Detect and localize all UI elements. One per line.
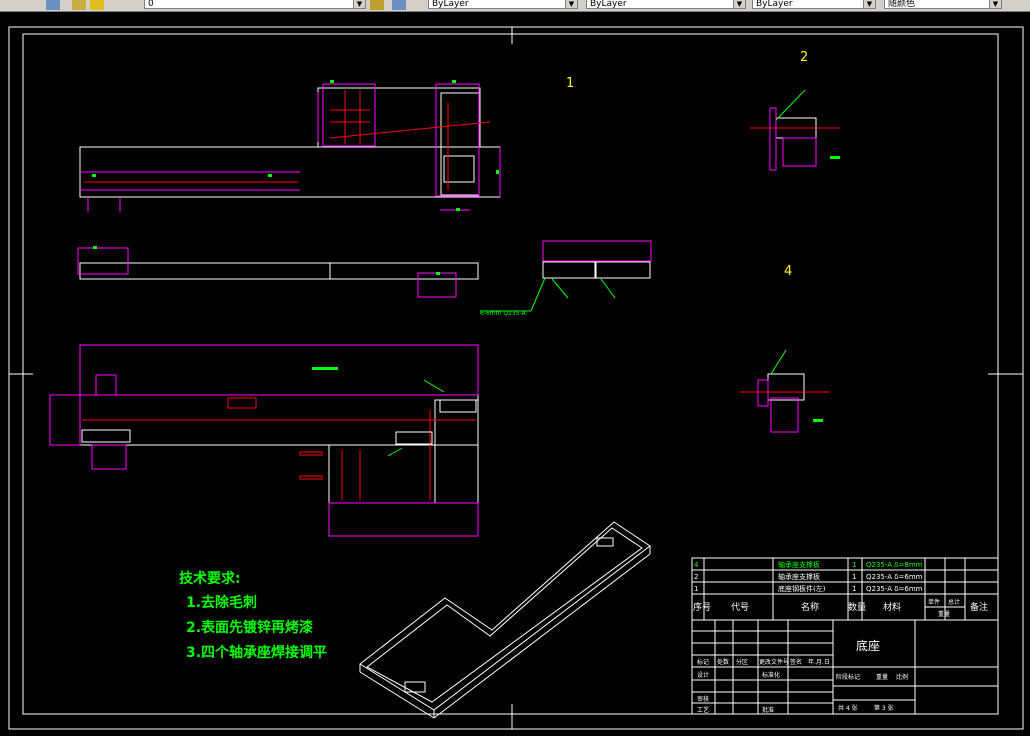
tb-label: 阶段标记 <box>836 673 860 681</box>
plan-view <box>49 344 479 537</box>
tech-item-2: 2.表面先镀锌再烤漆 <box>186 619 313 636</box>
bom-name: 轴承座支撑板 <box>778 560 820 569</box>
tb-label: 重量 <box>876 673 888 681</box>
view-2 <box>750 89 840 171</box>
lineweight-select[interactable]: ByLayer ▼ <box>752 0 876 9</box>
plotstyle-select-value: 随颜色 <box>888 0 916 9</box>
bom-name: 轴承座支撑板 <box>778 572 820 581</box>
bom-name: 底座钢板件(左) <box>778 584 826 593</box>
tb-label: 年.月.日 <box>808 658 830 666</box>
tb-label: 处数 <box>717 658 729 666</box>
chevron-down-icon[interactable]: ▼ <box>565 0 577 8</box>
tb-label: 签名 <box>790 658 802 666</box>
bom-header-total: 总计 <box>948 598 960 606</box>
bom-no: 4 <box>694 561 699 569</box>
bom-material: Q235-A δ=6mm <box>866 585 923 593</box>
view-label-2: 2 <box>800 50 808 65</box>
view-4 <box>740 349 830 433</box>
drawing-canvas[interactable]: 1 6-6mm Q235-A 2 4 技术要求: 1.去除毛刺 2.表面先镀锌再… <box>0 11 1030 736</box>
linetype-select-value: ByLayer <box>590 0 627 9</box>
tech-item-3: 3.四个轴承座焊接调平 <box>186 644 327 661</box>
bom-qty: 1 <box>852 561 856 569</box>
weld-callout: 6-6mm Q235-A <box>480 310 527 317</box>
tb-label: 标记 <box>697 658 709 666</box>
tech-title: 技术要求: <box>179 570 241 587</box>
bom-header-no: 序号 <box>693 601 711 613</box>
tb-label: 批准 <box>762 706 774 714</box>
plotstyle-select[interactable]: 随颜色 ▼ <box>884 0 1002 9</box>
bom-header-remark: 备注 <box>970 601 988 613</box>
tb-label: 审核 <box>697 695 709 703</box>
tb-label: 设计 <box>697 671 709 679</box>
tb-label: 标准化 <box>762 671 780 679</box>
layer-select-value: 0 <box>148 0 154 9</box>
tb-label: 工艺 <box>697 706 709 714</box>
bom-material: Q235-A δ=8mm <box>866 561 923 569</box>
color-select-value: ByLayer <box>432 0 469 9</box>
chevron-down-icon[interactable]: ▼ <box>733 0 745 8</box>
chevron-down-icon[interactable]: ▼ <box>353 0 365 8</box>
color-select[interactable]: ByLayer ▼ <box>428 0 578 9</box>
chevron-down-icon[interactable]: ▼ <box>863 0 875 8</box>
bom-material: Q235-A δ=6mm <box>866 573 923 581</box>
layer-previous-icon[interactable] <box>392 0 406 10</box>
section-profile: 6-6mm Q235-A <box>480 240 652 317</box>
bom-qty: 1 <box>852 585 856 593</box>
lineweight-select-value: ByLayer <box>756 0 793 9</box>
tb-label: 更改文件号 <box>759 658 789 666</box>
sheet-total: 共 4 张 <box>838 704 858 712</box>
view-label-4: 4 <box>784 264 792 279</box>
make-current-icon[interactable] <box>370 0 384 10</box>
bom-header-weight: 重量 <box>938 610 950 618</box>
layer-manager-icon[interactable] <box>46 0 60 10</box>
tech-requirements: 技术要求: 1.去除毛刺 2.表面先镀锌再烤漆 3.四个轴承座焊接调平 <box>179 570 327 661</box>
bom-header-code: 代号 <box>731 602 749 613</box>
isometric-view <box>359 521 651 719</box>
bom-table: 4 轴承座支撑板 1 Q235-A δ=8mm 2 轴承座支撑板 1 Q235-… <box>691 557 999 621</box>
linetype-select[interactable]: ByLayer ▼ <box>586 0 746 9</box>
bom-header-unit: 单件 <box>928 598 940 606</box>
bom-no: 2 <box>694 573 698 581</box>
outer-frame <box>8 26 1024 730</box>
view-1-top <box>79 80 501 212</box>
part-name: 底座 <box>856 638 880 653</box>
centering-marks <box>9 27 1023 729</box>
tb-label: 分区 <box>736 658 748 666</box>
layer-select[interactable]: 0 ▼ <box>144 0 366 9</box>
view-1-front <box>77 246 479 298</box>
bom-header-material: 材料 <box>883 601 901 613</box>
bom-header-qty: 数量 <box>848 601 866 613</box>
view-label-1: 1 <box>566 76 574 91</box>
bom-header-name: 名称 <box>801 601 819 613</box>
layer-state-icon[interactable] <box>72 0 86 10</box>
chevron-down-icon[interactable]: ▼ <box>989 0 1001 8</box>
title-block: 底座 标记 处数 分区 更改文件号 签名 年.月.日 设计 标准化 审核 工艺 … <box>691 619 999 715</box>
sheet-number: 第 3 张 <box>874 704 894 712</box>
bulb-icon[interactable] <box>90 0 104 10</box>
tb-label: 比例 <box>896 673 908 681</box>
bom-no: 1 <box>694 585 698 593</box>
bom-qty: 1 <box>852 573 856 581</box>
tech-item-1: 1.去除毛刺 <box>186 594 257 611</box>
